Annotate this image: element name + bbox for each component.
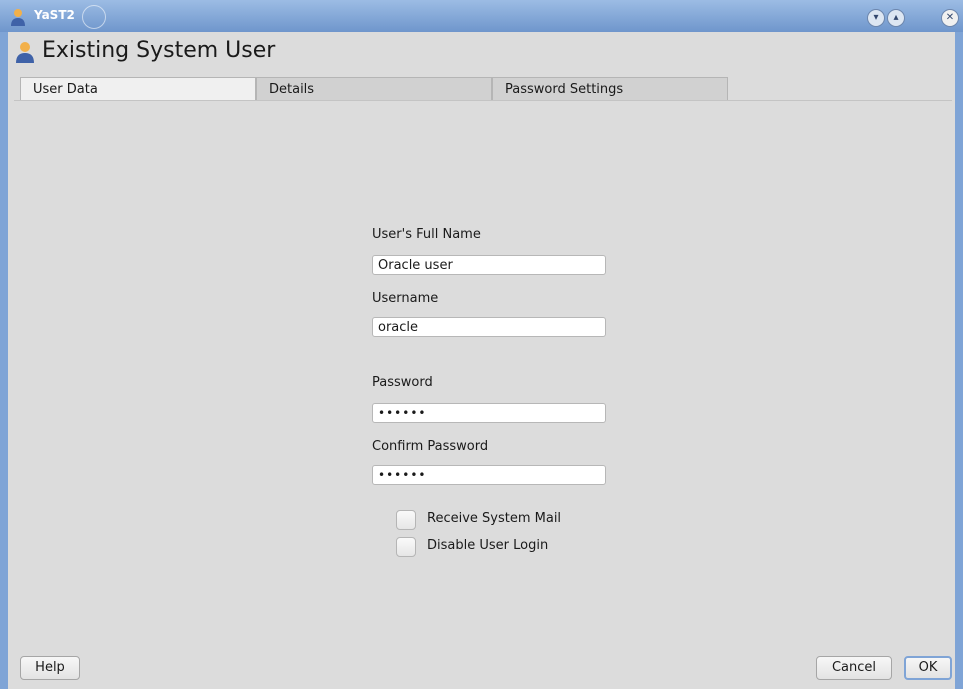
disable-user-login-checkbox[interactable] — [396, 537, 416, 557]
tab-password-settings[interactable]: Password Settings — [492, 77, 728, 101]
swirl-decoration-icon — [82, 5, 106, 29]
receive-system-mail-checkbox[interactable] — [396, 510, 416, 530]
chevron-up-icon: ▴ — [893, 12, 899, 23]
tab-details[interactable]: Details — [256, 77, 492, 101]
window-title: YaST2 — [34, 8, 75, 22]
full-name-input[interactable] — [372, 255, 606, 275]
window-titlebar[interactable]: YaST2 ▾ ▴ ✕ — [0, 0, 963, 32]
chevron-down-icon: ▾ — [873, 12, 879, 23]
window-frame-right — [955, 32, 963, 689]
tab-panel-user-data — [14, 100, 952, 649]
maximize-button[interactable]: ▴ — [887, 9, 905, 27]
disable-user-login-label: Disable User Login — [427, 538, 549, 553]
page-title: Existing System User — [42, 38, 276, 63]
close-icon: ✕ — [945, 12, 955, 23]
confirm-password-label: Confirm Password — [372, 439, 489, 454]
password-label: Password — [372, 375, 433, 390]
close-button[interactable]: ✕ — [941, 9, 959, 27]
tab-user-data[interactable]: User Data — [20, 77, 256, 101]
page-header: Existing System User — [14, 38, 614, 66]
username-input[interactable] — [372, 317, 606, 337]
ok-button[interactable]: OK — [904, 656, 952, 680]
window-frame-left — [0, 32, 8, 689]
user-icon — [16, 42, 34, 63]
receive-system-mail-label: Receive System Mail — [427, 511, 562, 526]
cancel-button[interactable]: Cancel — [816, 656, 892, 680]
minimize-button[interactable]: ▾ — [867, 9, 885, 27]
username-label: Username — [372, 291, 439, 306]
tab-bar: User Data Details Password Settings — [20, 77, 730, 101]
full-name-label: User's Full Name — [372, 227, 481, 242]
confirm-password-input[interactable]: •••••• — [372, 465, 606, 485]
password-input[interactable]: •••••• — [372, 403, 606, 423]
yast-user-icon — [11, 9, 25, 26]
help-button[interactable]: Help — [20, 656, 80, 680]
